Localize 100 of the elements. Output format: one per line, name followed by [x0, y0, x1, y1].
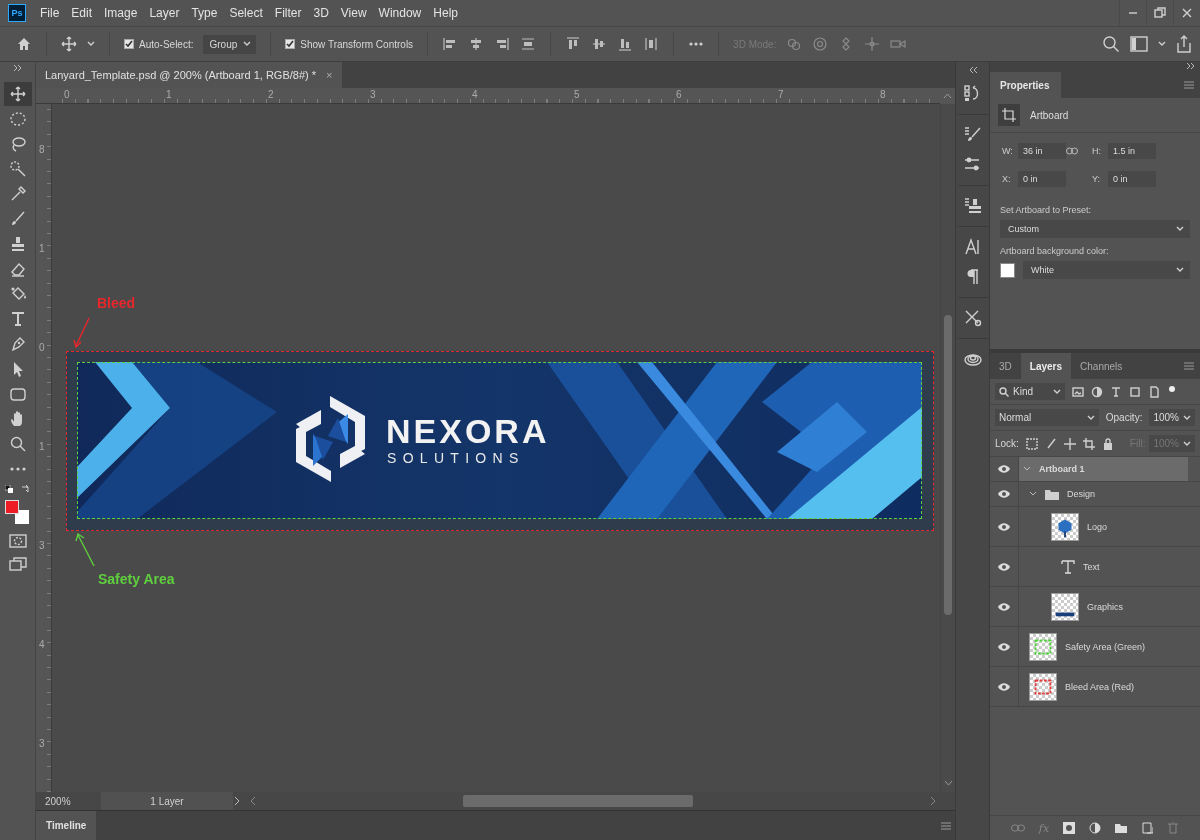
- panel-tab[interactable]: Channels: [1071, 353, 1132, 379]
- close-tab-button[interactable]: ×: [326, 69, 333, 81]
- scroll-left-icon[interactable]: [249, 796, 257, 806]
- eye-icon[interactable]: [997, 561, 1011, 572]
- distribute-vertical-icon[interactable]: [643, 36, 660, 52]
- shape-filter-icon[interactable]: [1129, 385, 1141, 398]
- menu-item[interactable]: Help: [427, 6, 464, 20]
- layer-row[interactable]: Graphics: [990, 587, 1200, 627]
- expand-panels-icon[interactable]: [1186, 62, 1196, 70]
- color-swatch[interactable]: [1000, 262, 1015, 278]
- screen-mode-icon[interactable]: [8, 556, 27, 572]
- menu-item[interactable]: Window: [372, 6, 428, 20]
- scrollbar-thumb[interactable]: [463, 795, 693, 807]
- home-icon[interactable]: [16, 36, 32, 52]
- color-dropdown[interactable]: White: [1023, 261, 1190, 279]
- panel-tab[interactable]: Layers: [1020, 353, 1072, 379]
- lock-paint-icon[interactable]: [1044, 437, 1057, 450]
- panel-tab[interactable]: Properties: [990, 72, 1062, 98]
- menu-item[interactable]: Layer: [143, 6, 186, 20]
- new-group-icon[interactable]: [1115, 822, 1128, 834]
- eye-icon[interactable]: [997, 489, 1011, 499]
- layer-row[interactable]: Safety Area (Green): [990, 627, 1200, 667]
- layer-thumbnail: [1029, 632, 1057, 661]
- checkbox[interactable]: [124, 39, 134, 49]
- checkbox[interactable]: [285, 39, 296, 49]
- input-field[interactable]: 0 in: [1018, 171, 1066, 187]
- menu-item[interactable]: Type: [185, 6, 224, 20]
- collapse-icon[interactable]: [967, 66, 978, 74]
- document-info[interactable]: 1 Layer: [101, 792, 233, 810]
- eye-icon[interactable]: [997, 521, 1011, 532]
- marquee-tool-icon[interactable]: [8, 110, 27, 128]
- move-tool-icon[interactable]: [3, 82, 32, 106]
- adjustment-layer-icon[interactable]: [1089, 822, 1102, 834]
- lock-pixels-icon[interactable]: [1025, 437, 1038, 450]
- menu-item[interactable]: 3D: [307, 6, 335, 20]
- default-colors-icon[interactable]: [4, 485, 13, 493]
- type-filter-icon[interactable]: [1110, 385, 1122, 398]
- preset-dropdown[interactable]: Custom: [1000, 220, 1190, 238]
- new-layer-icon[interactable]: [1141, 822, 1154, 834]
- target-dropdown[interactable]: Group: [203, 34, 257, 54]
- align-middle-icon[interactable]: [591, 36, 608, 52]
- quick-select-icon[interactable]: [8, 160, 27, 178]
- distribute-icon[interactable]: [520, 36, 537, 52]
- zoom-tool-icon[interactable]: [8, 435, 27, 453]
- menu-item[interactable]: Filter: [268, 6, 308, 20]
- foreground-color-swatch[interactable]: [4, 500, 19, 514]
- chevron-down-icon[interactable]: [1029, 490, 1037, 498]
- adjustment-filter-icon[interactable]: [1091, 385, 1103, 398]
- menu-item[interactable]: View: [334, 6, 373, 20]
- quick-mask-icon[interactable]: [8, 533, 27, 549]
- input-field[interactable]: 0 in: [1108, 171, 1156, 187]
- align-bottom-icon[interactable]: [617, 36, 634, 52]
- eraser-tool-icon[interactable]: [8, 260, 27, 278]
- menu-item[interactable]: File: [34, 6, 66, 20]
- panel-tab[interactable]: 3D: [990, 353, 1021, 379]
- move-tool-icon[interactable]: [61, 36, 77, 52]
- menu-item[interactable]: Edit: [65, 6, 99, 20]
- smart-object-filter-icon[interactable]: [1148, 385, 1160, 398]
- eye-icon[interactable]: [997, 681, 1011, 692]
- layer-row[interactable]: Design: [990, 482, 1200, 507]
- lock-all-icon[interactable]: [1101, 437, 1114, 450]
- mask-icon[interactable]: [1063, 822, 1076, 834]
- menu-item[interactable]: Select: [223, 6, 269, 20]
- lock-position-icon[interactable]: [1063, 437, 1076, 450]
- image-filter-icon[interactable]: [1072, 385, 1084, 398]
- clone-source-icon[interactable]: [962, 196, 983, 216]
- layer-row[interactable]: Bleed Area (Red): [990, 667, 1200, 707]
- eye-icon[interactable]: [997, 601, 1011, 612]
- caret-icon: [1183, 440, 1191, 447]
- search-icon[interactable]: [1102, 35, 1120, 53]
- scroll-down-icon[interactable]: [944, 780, 953, 786]
- app-logo: Ps: [8, 4, 26, 22]
- filter-dropdown[interactable]: Kind: [995, 383, 1065, 400]
- ruler-number: 6: [676, 89, 682, 100]
- link-icon[interactable]: [1066, 147, 1078, 155]
- blend-mode-dropdown[interactable]: Normal: [995, 409, 1099, 426]
- menu-item[interactable]: Image: [98, 6, 144, 20]
- lock-artboard-icon[interactable]: [1082, 437, 1095, 450]
- input-field[interactable]: 36 in: [1018, 143, 1066, 159]
- layer-row[interactable]: Text: [990, 547, 1200, 587]
- eye-icon[interactable]: [997, 641, 1011, 652]
- swap-colors-icon[interactable]: [20, 485, 30, 493]
- collapse-icon[interactable]: [12, 64, 23, 72]
- eye-icon[interactable]: [997, 464, 1011, 474]
- workspace-icon[interactable]: [1130, 36, 1148, 52]
- rectangle-tool-icon[interactable]: [8, 385, 27, 403]
- align-right-icon[interactable]: [494, 36, 511, 52]
- scrollbar-thumb[interactable]: [944, 315, 952, 615]
- share-icon[interactable]: [1176, 35, 1192, 53]
- scroll-up-icon: [943, 93, 952, 99]
- panel-tab[interactable]: Timeline: [36, 811, 97, 840]
- opacity-field[interactable]: 100%: [1149, 409, 1195, 426]
- chevron-down-icon[interactable]: [1023, 465, 1031, 473]
- scroll-right-icon[interactable]: [929, 796, 937, 806]
- layer-row[interactable]: Logo: [990, 507, 1200, 547]
- zoom-level[interactable]: 200%: [36, 795, 101, 807]
- input-field[interactable]: 1.5 in: [1108, 143, 1156, 159]
- document-tab[interactable]: Lanyard_Template.psd @ 200% (Artboard 1, RGB/8#) * ×: [36, 62, 343, 88]
- expand-icon[interactable]: [233, 796, 241, 806]
- align-top-icon[interactable]: [565, 36, 582, 52]
